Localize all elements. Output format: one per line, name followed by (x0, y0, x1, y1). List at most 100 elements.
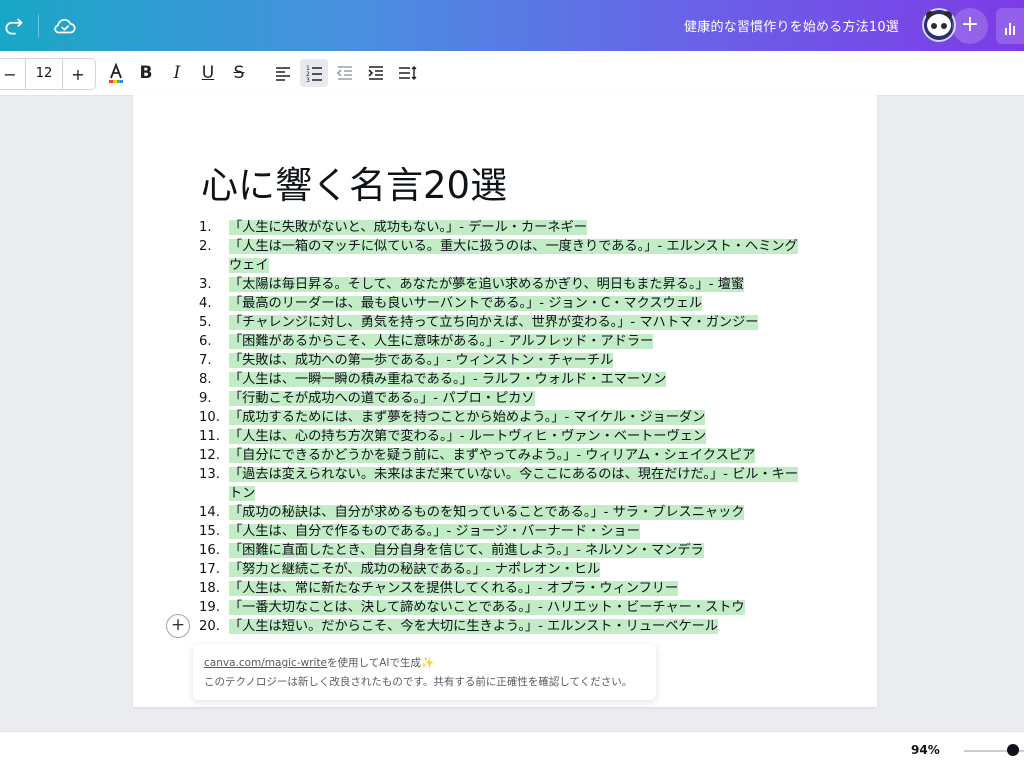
list-item-text[interactable]: 「成功の秘訣は、自分が求めるものを知っていることである。」- サラ・ブレスニャッ… (229, 505, 745, 520)
notice-line-1: canva.com/magic-writeを使用してAIで生成✨ (204, 655, 434, 670)
bold-button[interactable]: B (132, 59, 160, 87)
numbered-list-icon: 123 (306, 65, 322, 84)
ai-generation-notice: canva.com/magic-writeを使用してAIで生成✨ このテクノロジ… (193, 644, 656, 700)
list-item[interactable]: 20. 「人生は短い。だからこそ、今を大切に生きよう。」- エルンスト・リューベケ… (199, 617, 809, 636)
list-item[interactable]: 18. 「人生は、常に新たなチャンスを提供してくれる。」- オプラ・ウィンフリー (199, 579, 809, 598)
list-item-text[interactable]: 「人生は、常に新たなチャンスを提供してくれる。」- オプラ・ウィンフリー (229, 581, 679, 596)
divider (38, 14, 39, 38)
list-item-text[interactable]: 「人生は短い。だからこそ、今を大切に生きよう。」- エルンスト・リューベケール (229, 619, 718, 634)
font-size-input[interactable]: 12 (25, 59, 63, 89)
list-item-number: 3. (199, 277, 212, 292)
list-item-number: 18. (199, 581, 220, 596)
quote-list[interactable]: 1. 「人生に失敗がないと、成功もない。」- デール・カーネギー 2. 「人生は一箱の… (199, 218, 809, 636)
list-item[interactable]: 16. 「困難に直面したとき、自分自身を信じて、前進しよう。」- ネルソン・マンデ… (199, 541, 809, 560)
list-item[interactable]: 17. 「努力と継続こそが、成功の秘訣である。」- ナポレオン・ヒル (199, 560, 809, 579)
add-element-button[interactable]: + (166, 614, 190, 638)
list-item[interactable]: 11. 「人生は、心の持ち方次第で変わる。」- ルートヴィヒ・ヴァン・ベートーヴェ… (199, 427, 809, 446)
list-item-text[interactable]: 「過去は変えられない。未来はまだ来ていない。今ここにあるのは、現在だけだ。」- … (229, 467, 799, 501)
list-item[interactable]: 15. 「人生は、自分で作るものである。」- ジョージ・バーナード・ショー (199, 522, 809, 541)
list-item-number: 16. (199, 543, 220, 558)
list-item-number: 10. (199, 410, 220, 425)
bottom-bar: 94% (0, 731, 1024, 769)
list-item-text[interactable]: 「人生は一箱のマッチに似ている。重大に扱うのは、一度きりである。」- エルンスト… (229, 239, 798, 273)
list-item-text[interactable]: 「成功するためには、まず夢を持つことから始めよう。」- マイケル・ジョーダン (229, 410, 706, 425)
text-color-button[interactable] (102, 59, 130, 87)
list-item-text[interactable]: 「困難があるからこそ、人生に意味がある。」- アルフレッド・アドラー (229, 334, 654, 349)
list-item[interactable]: 6. 「困難があるからこそ、人生に意味がある。」- アルフレッド・アドラー (199, 332, 809, 351)
text-toolbar: − 12 + B I U S 123 (0, 51, 1024, 96)
text-color-icon (109, 62, 123, 83)
list-item[interactable]: 8. 「人生は、一瞬一瞬の積み重ねである。」- ラルフ・ウォルド・エマーソン (199, 370, 809, 389)
list-item[interactable]: 7. 「失敗は、成功への第一歩である。」- ウィンストン・チャーチル (199, 351, 809, 370)
list-item-text[interactable]: 「努力と継続こそが、成功の秘訣である。」- ナポレオン・ヒル (229, 562, 601, 577)
page-heading[interactable]: 心に響く名言20選 (201, 155, 507, 209)
list-item-text[interactable]: 「一番大切なことは、決して諦めないことである。」- ハリエット・ビーチャー・スト… (229, 600, 745, 615)
list-item-text[interactable]: 「自分にできるかどうかを疑う前に、まずやってみよう。」- ウィリアム・シェイクス… (229, 448, 756, 463)
list-item-text[interactable]: 「失敗は、成功への第一歩である。」- ウィンストン・チャーチル (229, 353, 614, 368)
list-item-text[interactable]: 「行動こそが成功への道である。」- パブロ・ピカソ (229, 391, 535, 406)
list-item[interactable]: 10. 「成功するためには、まず夢を持つことから始めよう。」- マイケル・ジョーダ… (199, 408, 809, 427)
decrease-font-size-button[interactable]: − (0, 65, 25, 84)
list-item-number: 11. (199, 429, 220, 444)
list-item[interactable]: 1. 「人生に失敗がないと、成功もない。」- デール・カーネギー (199, 218, 809, 237)
list-item[interactable]: 4. 「最高のリーダーは、最も良いサーバントである。」- ジョン・C・マクスウェル (199, 294, 809, 313)
avatar[interactable] (922, 8, 956, 42)
italic-button[interactable]: I (163, 59, 191, 87)
list-item-text[interactable]: 「人生に失敗がないと、成功もない。」- デール・カーネギー (229, 220, 587, 235)
list-item[interactable]: 13. 「過去は変えられない。未来はまだ来ていない。今ここにあるのは、現在だけだ。… (199, 465, 809, 503)
avatar-eye-left (931, 23, 937, 29)
top-bar: 健康的な習慣作りを始める方法10選 + (0, 0, 1024, 51)
outdent-icon (336, 66, 352, 80)
magic-write-link[interactable]: canva.com/magic-write (204, 657, 327, 669)
add-collaborator-button[interactable]: + (952, 8, 988, 44)
cloud-saved-icon[interactable] (52, 13, 78, 39)
list-item-number: 13. (199, 467, 220, 482)
decrease-indent-button[interactable] (331, 59, 359, 87)
zoom-level[interactable]: 94% (911, 743, 940, 757)
list-item-text[interactable]: 「困難に直面したとき、自分自身を信じて、前進しよう。」- ネルソン・マンデラ (229, 543, 704, 558)
insights-button[interactable] (996, 8, 1024, 44)
underline-button[interactable]: U (194, 59, 222, 87)
list-item[interactable]: 12. 「自分にできるかどうかを疑う前に、まずやってみよう。」- ウィリアム・シェ… (199, 446, 809, 465)
line-spacing-button[interactable] (393, 59, 421, 87)
font-size-stepper: − 12 + (0, 58, 96, 90)
list-item[interactable]: 2. 「人生は一箱のマッチに似ている。重大に扱うのは、一度きりである。」- エルン… (199, 237, 809, 275)
align-left-button[interactable] (269, 59, 297, 87)
list-item-number: 14. (199, 505, 220, 520)
list-item-text[interactable]: 「最高のリーダーは、最も良いサーバントである。」- ジョン・C・マクスウェル (229, 296, 703, 311)
panda-avatar-icon (927, 14, 951, 36)
list-item-number: 5. (199, 315, 212, 330)
avatar-eye-right (941, 23, 947, 29)
list-item[interactable]: 3. 「太陽は毎日昇る。そして、あなたが夢を追い求めるかぎり、明日もまた昇る。」-… (199, 275, 809, 294)
list-item-text[interactable]: 「人生は、心の持ち方次第で変わる。」- ルートヴィヒ・ヴァン・ベートーヴェン (229, 429, 707, 444)
list-item[interactable]: 19. 「一番大切なことは、決して諦めないことである。」- ハリエット・ビーチャー… (199, 598, 809, 617)
numbered-list-button[interactable]: 123 (300, 59, 328, 87)
notice-link-suffix: を使用してAIで生成 (327, 657, 421, 669)
list-item-text[interactable]: 「人生は、一瞬一瞬の積み重ねである。」- ラルフ・ウォルド・エマーソン (229, 372, 667, 387)
list-item-number: 12. (199, 448, 220, 463)
list-item-number: 2. (199, 239, 212, 254)
list-item[interactable]: 14. 「成功の秘訣は、自分が求めるものを知っていることである。」- サラ・ブレス… (199, 503, 809, 522)
redo-icon[interactable] (2, 13, 28, 39)
list-item-number: 20. (199, 619, 220, 634)
sparkle-icon: ✨ (421, 657, 435, 669)
list-item-number: 1. (199, 220, 212, 235)
list-item-text[interactable]: 「太陽は毎日昇る。そして、あなたが夢を追い求めるかぎり、明日もまた昇る。」- 壇… (229, 277, 745, 292)
list-item[interactable]: 9. 「行動こそが成功への道である。」- パブロ・ピカソ (199, 389, 809, 408)
list-item-number: 4. (199, 296, 212, 311)
document-title[interactable]: 健康的な習慣作りを始める方法10選 (684, 16, 899, 35)
list-item-number: 8. (199, 372, 212, 387)
zoom-slider-handle[interactable] (1007, 744, 1019, 756)
increase-font-size-button[interactable]: + (63, 65, 93, 84)
document-page: 心に響く名言20選 1. 「人生に失敗がないと、成功もない。」- デール・カーネギ… (133, 95, 877, 707)
list-item-number: 19. (199, 600, 220, 615)
increase-indent-button[interactable] (362, 59, 390, 87)
list-item-text[interactable]: 「チャレンジに対し、勇気を持って立ち向かえば、世界が変わる。」- マハトマ・ガン… (229, 315, 759, 330)
list-item-number: 17. (199, 562, 220, 577)
strikethrough-button[interactable]: S (225, 59, 253, 87)
list-item-number: 6. (199, 334, 212, 349)
line-spacing-icon (399, 66, 417, 80)
list-item[interactable]: 5. 「チャレンジに対し、勇気を持って立ち向かえば、世界が変わる。」- マハトマ・… (199, 313, 809, 332)
list-item-text[interactable]: 「人生は、自分で作るものである。」- ジョージ・バーナード・ショー (229, 524, 640, 539)
bar-chart-icon (1005, 23, 1015, 35)
